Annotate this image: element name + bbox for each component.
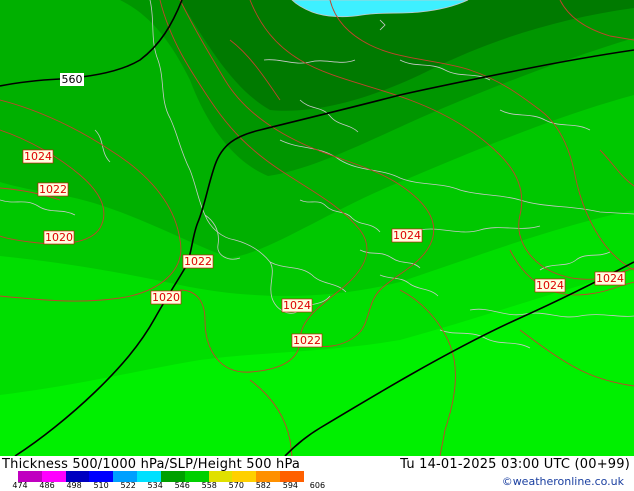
weather-map: 560 1024 1022 1020 1022 1020 1024 1022 1… [0,0,634,456]
scale-tick-label: 570 [228,481,244,490]
isobar-label: 1024 [534,278,566,293]
scale-tick-label: 546 [174,481,190,490]
isobar-label: 1024 [594,271,626,286]
label-1020-b: 1020 [152,291,180,304]
label-thickness-560: 560 [62,73,83,86]
label-1022-c: 1022 [293,334,321,347]
label-1024-c: 1024 [393,229,421,242]
scale-tick-label: 582 [255,481,271,490]
scale-tick-label: 498 [66,481,82,490]
isobar-label: 1022 [37,182,69,197]
label-1022-b: 1022 [184,255,212,268]
label-1024-d: 1024 [536,279,564,292]
label-1024-a: 1024 [24,150,52,163]
label-1024-b: 1024 [283,299,311,312]
map-footer: Thickness 500/1000 hPa/SLP/Height 500 hP… [0,456,634,490]
isobar-label: 1022 [291,333,323,348]
scale-tick-label: 606 [309,481,326,490]
isobar-label: 1020 [150,290,182,305]
label-1020-a: 1020 [45,231,73,244]
isobar-label: 1022 [182,254,214,269]
isobar-label: 1024 [281,298,313,313]
valid-time: Tu 14-01-2025 03:00 UTC (00+99) [400,457,630,472]
label-1022-a: 1022 [39,183,67,196]
scale-tick-label: 594 [282,481,299,490]
label-1024-e: 1024 [596,272,624,285]
isobar-label: 1020 [43,230,75,245]
scale-tick-label: 558 [201,481,217,490]
scale-tick-label: 534 [147,481,163,490]
scale-tick-label: 486 [39,481,55,490]
isobar-label: 1024 [22,149,54,164]
credit-link[interactable]: ©weatheronline.co.uk [502,475,624,488]
isobar-label: 1024 [391,228,423,243]
map-title: Thickness 500/1000 hPa/SLP/Height 500 hP… [2,457,301,472]
thickness-label: 560 [60,73,84,86]
scale-tick-label: 522 [120,481,136,490]
scale-tick-label: 474 [12,481,28,490]
scale-tick-label: 510 [93,481,109,490]
